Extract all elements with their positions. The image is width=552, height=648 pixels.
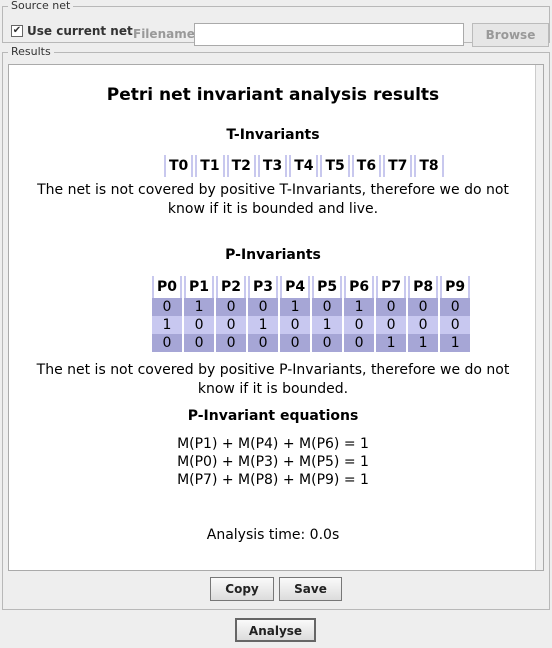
- browse-button[interactable]: Browse: [472, 23, 549, 47]
- filename-input[interactable]: [194, 23, 464, 46]
- copy-button[interactable]: Copy: [210, 577, 274, 601]
- p-invariant-cell: 0: [248, 298, 279, 316]
- p-invariant-cell: 0: [376, 298, 407, 316]
- p-invariant-cell: 0: [184, 316, 215, 334]
- equation-line: M(P1) + M(P4) + M(P6) = 1: [177, 436, 369, 452]
- p-invariant-cell: 0: [344, 316, 375, 334]
- p-column-header: P1: [184, 276, 215, 298]
- p-invariant-cell: 0: [152, 298, 183, 316]
- p-invariant-cell: 1: [408, 334, 439, 352]
- results-legend: Results: [8, 45, 54, 59]
- p-invariant-cell: 0: [312, 298, 343, 316]
- t-column-header: T5: [320, 155, 350, 177]
- save-button[interactable]: Save: [279, 577, 342, 601]
- p-invariant-cell: 1: [440, 334, 471, 352]
- filename-label: Filename:: [133, 27, 200, 41]
- vertical-scrollbar[interactable]: [535, 65, 543, 570]
- analysis-time: Analysis time: 0.0s: [206, 527, 340, 543]
- p-invariant-cell: 0: [216, 298, 247, 316]
- use-current-net-checkbox[interactable]: ✔ Use current net: [11, 24, 133, 38]
- p-invariant-cell: 1: [280, 298, 311, 316]
- p-invariant-cell: 0: [440, 316, 471, 334]
- t-column-header: T6: [351, 155, 382, 177]
- p-invariants-note: The net is not covered by positive P-Inv…: [36, 362, 510, 397]
- t-column-header: T0: [164, 155, 194, 177]
- p-column-header: P9: [440, 276, 471, 298]
- p-column-header: P2: [216, 276, 247, 298]
- p-invariant-row: 0100101000: [152, 298, 471, 316]
- p-invariant-cell: 0: [216, 334, 247, 352]
- p-invariant-cell: 1: [376, 334, 407, 352]
- p-invariant-cell: 0: [408, 298, 439, 316]
- p-invariant-row: 1001010000: [152, 316, 471, 334]
- p-invariant-cell: 0: [408, 316, 439, 334]
- p-invariant-cell: 0: [376, 316, 407, 334]
- source-net-legend: Source net: [8, 0, 74, 13]
- t-invariants-note: The net is not covered by positive T-Inv…: [37, 182, 509, 217]
- equation-line: M(P7) + M(P8) + M(P9) = 1: [177, 472, 369, 488]
- results-panel[interactable]: Petri net invariant analysis results T-I…: [8, 64, 544, 571]
- p-invariant-cell: 0: [184, 334, 215, 352]
- p-invariant-cell: 1: [248, 316, 279, 334]
- results-title: Petri net invariant analysis results: [106, 85, 440, 105]
- p-invariants-heading: P-Invariants: [225, 247, 321, 263]
- p-invariant-cell: 0: [152, 334, 183, 352]
- p-invariant-cell: 0: [312, 334, 343, 352]
- p-invariant-cell: 0: [440, 298, 471, 316]
- p-invariants-table: P0 P1 P2 P3 P4 P5 P6 P7 P8 P9 0100101000100101000…: [150, 276, 472, 352]
- checkbox-checked-icon[interactable]: ✔: [11, 25, 23, 37]
- t-column-header: T2: [226, 155, 256, 177]
- p-column-header: P6: [344, 276, 375, 298]
- p-invariant-cell: 0: [344, 334, 375, 352]
- p-column-header: P3: [248, 276, 279, 298]
- t-column-header: T1: [195, 155, 225, 177]
- use-current-net-label: Use current net: [27, 24, 133, 38]
- p-column-header: P0: [152, 276, 183, 298]
- t-column-header: T7: [383, 155, 413, 177]
- t-column-header: T4: [289, 155, 319, 177]
- equation-line: M(P0) + M(P3) + M(P5) = 1: [177, 454, 369, 470]
- t-column-header: T3: [257, 155, 288, 177]
- t-invariants-table: T0 T1 T2 T3 T4 T5 T6 T7 T8: [162, 155, 446, 177]
- t-invariants-heading: T-Invariants: [226, 127, 320, 143]
- t-column-header: T8: [414, 155, 444, 177]
- p-column-header: P5: [312, 276, 343, 298]
- p-invariant-cell: 1: [152, 316, 183, 334]
- p-invariant-cell: 0: [280, 334, 311, 352]
- p-column-header: P4: [280, 276, 311, 298]
- p-invariant-row: 0000000111: [152, 334, 471, 352]
- p-invariant-cell: 0: [280, 316, 311, 334]
- p-invariant-cell: 1: [344, 298, 375, 316]
- p-invariant-cell: 0: [216, 316, 247, 334]
- p-invariant-cell: 1: [312, 316, 343, 334]
- p-equations-heading: P-Invariant equations: [187, 408, 359, 424]
- p-column-header: P8: [408, 276, 439, 298]
- p-column-header: P7: [376, 276, 407, 298]
- analyse-button[interactable]: Analyse: [235, 618, 316, 642]
- source-net-group: Source net ✔ Use current net Filename: B…: [2, 0, 550, 47]
- p-invariant-cell: 0: [248, 334, 279, 352]
- p-invariant-cell: 1: [184, 298, 215, 316]
